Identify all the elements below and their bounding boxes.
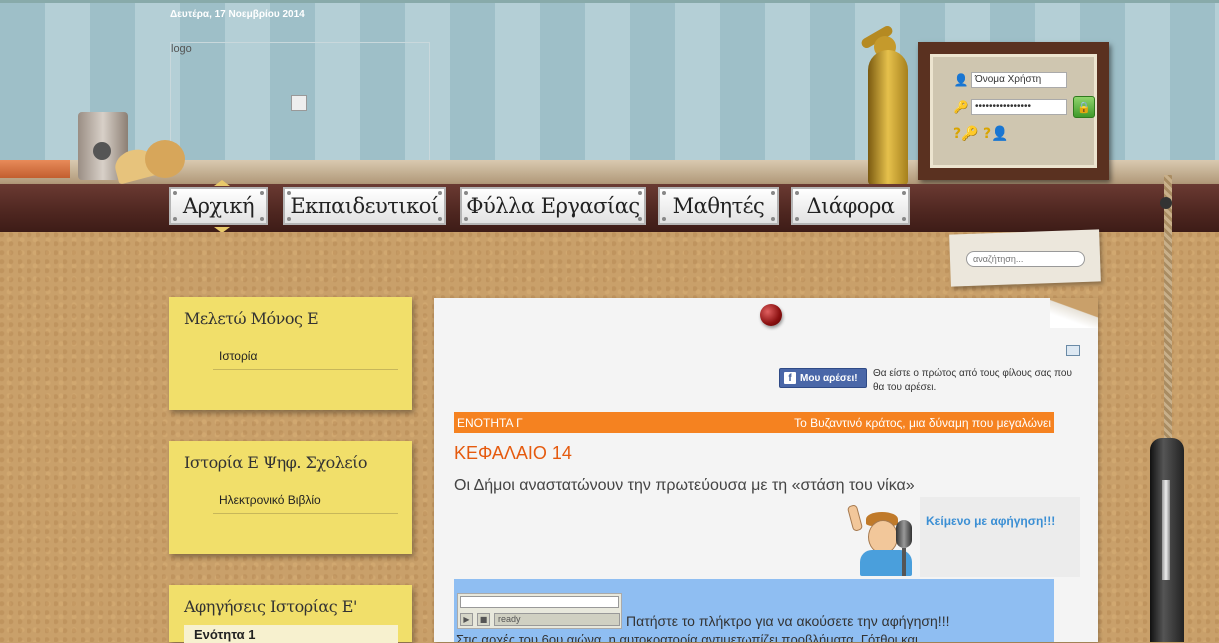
pencil-icon xyxy=(0,160,70,178)
nav-teachers[interactable]: Εκπαιδευτικοί xyxy=(283,187,446,225)
audio-progress-bar[interactable] xyxy=(460,596,619,608)
lesson-body-text: Στις αρχές του 6ου αιώνα, η αυτοκρατορία… xyxy=(456,632,918,642)
page-curl xyxy=(1050,298,1098,328)
nav-home[interactable]: Αρχική xyxy=(169,187,268,225)
chapter-title: ΚΕΦΑΛΑΙΟ 14 xyxy=(454,443,572,463)
narration-label[interactable]: Κείμενο με αφήγηση!!! xyxy=(926,514,1055,528)
password-row: 🔑 •••••••••••••••• 🔒 xyxy=(953,96,1095,118)
statue-icon xyxy=(868,50,908,185)
search-input[interactable] xyxy=(966,251,1085,267)
pen-clip xyxy=(1162,480,1170,580)
forgot-username-icon[interactable]: ?👤 xyxy=(983,126,1009,142)
audio-status: ready xyxy=(494,613,620,626)
note-link-ebook[interactable]: Ηλεκτρονικό Βιβλίο xyxy=(213,493,398,514)
nail-icon xyxy=(1160,197,1172,209)
unit-label: ΕΝΟΤΗΤΑ Γ xyxy=(457,415,523,430)
narration-box xyxy=(920,497,1080,577)
password-field[interactable]: •••••••••••••••• xyxy=(971,99,1067,115)
pencil-shaving-icon xyxy=(145,140,185,178)
nav-worksheets[interactable]: Φύλλα Εργασίας xyxy=(460,187,646,225)
email-icon[interactable] xyxy=(1066,345,1080,356)
lesson-subtitle: Οι Δήμοι αναστατώνουν την πρωτεύουσα με … xyxy=(454,477,915,494)
active-nav-indicator-top xyxy=(214,180,230,186)
note-title: Μελετώ Μόνος Ε xyxy=(184,309,319,328)
nav-students[interactable]: Μαθητές xyxy=(658,187,779,225)
user-icon: 👤 xyxy=(953,73,969,87)
note-title: Αφηγήσεις Ιστορίας Ε' xyxy=(184,597,357,616)
nav-misc-label: Διάφορα xyxy=(806,194,895,218)
sticky-note-study-alone: Μελετώ Μόνος Ε Ιστορία xyxy=(169,297,412,410)
username-field[interactable]: Όνομα Χρήστη xyxy=(971,72,1067,88)
unit-title: Το Βυζαντινό κράτος, μια δύναμη που μεγα… xyxy=(794,415,1051,430)
microphone-icon xyxy=(896,520,912,548)
note-title: Ιστορία Ε Ψηφ. Σχολείο xyxy=(184,453,368,472)
logo[interactable]: logo xyxy=(170,42,430,162)
facebook-like-text: Θα είστε ο πρώτος από τους φίλους σας πο… xyxy=(873,368,1072,393)
sticky-note-digital-school: Ιστορία Ε Ψηφ. Σχολείο Ηλεκτρονικό Βιβλί… xyxy=(169,441,412,554)
header-top-border xyxy=(0,0,1219,3)
note-link-unit-1[interactable]: Ενότητα 1 xyxy=(184,625,398,643)
narrator-cartoon-icon xyxy=(868,520,898,554)
unit-header-bar: ΕΝΟΤΗΤΑ Γ Το Βυζαντινό κράτος, μια δύναμ… xyxy=(454,412,1054,433)
nav-worksheets-label: Φύλλα Εργασίας xyxy=(466,194,640,218)
broken-image-icon xyxy=(291,95,307,111)
play-instruction-text: Πατήστε το πλήκτρο για να ακούσετε την α… xyxy=(626,613,950,629)
nav-misc[interactable]: Διάφορα xyxy=(791,187,910,225)
current-date: Δευτέρα, 17 Νοεμβρίου 2014 xyxy=(170,9,305,20)
sharpener-hole xyxy=(93,142,111,160)
lock-icon[interactable]: 🔒 xyxy=(1073,96,1095,118)
forgot-password-icon[interactable]: ?🔑 xyxy=(953,126,979,142)
key-icon: 🔑 xyxy=(953,100,969,114)
username-row: 👤 Όνομα Χρήστη xyxy=(953,72,1067,88)
nav-home-label: Αρχική xyxy=(182,194,255,218)
facebook-icon: f xyxy=(784,372,796,384)
facebook-like-label: Μου αρέσει! xyxy=(800,372,858,384)
facebook-like-button[interactable]: f Μου αρέσει! xyxy=(779,368,867,388)
play-icon[interactable]: ▶ xyxy=(460,613,473,626)
logo-alt-text: logo xyxy=(171,43,192,55)
note-link-history[interactable]: Ιστορία xyxy=(213,349,398,370)
pushpin-icon xyxy=(760,304,782,326)
microphone-stand xyxy=(902,548,906,576)
nav-teachers-label: Εκπαιδευτικοί xyxy=(290,194,439,218)
nav-students-label: Μαθητές xyxy=(672,194,765,218)
stop-icon[interactable]: ■ xyxy=(477,613,490,626)
sticky-note-narrations: Αφηγήσεις Ιστορίας Ε' Ενότητα 1 xyxy=(169,585,412,643)
